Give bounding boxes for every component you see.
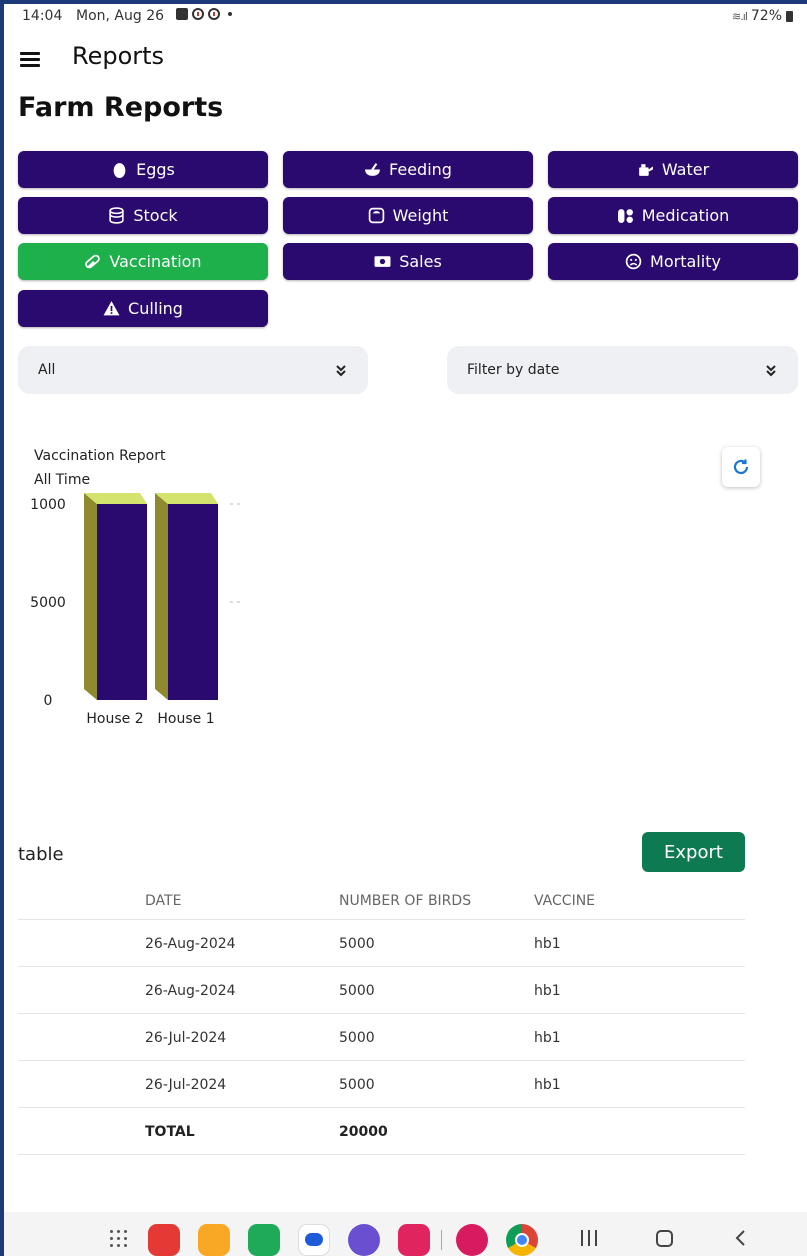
- feeding-bowl-icon: [365, 163, 380, 176]
- water-can-icon: [638, 164, 653, 176]
- messages-app-icon[interactable]: [298, 1224, 330, 1256]
- home-button[interactable]: [656, 1230, 673, 1247]
- internet-app-icon[interactable]: [348, 1224, 380, 1256]
- scale-icon: [368, 207, 384, 224]
- money-icon: [374, 256, 391, 267]
- house-filter-value: All: [38, 362, 56, 378]
- status-date: Mon, Aug 26: [76, 8, 165, 24]
- menu-icon[interactable]: [20, 50, 40, 67]
- cell-birds: 5000: [339, 1030, 375, 1046]
- x-tick-label: House 1: [157, 711, 214, 727]
- vaccination-button[interactable]: Vaccination: [18, 243, 268, 280]
- bar-side: [84, 493, 97, 700]
- cell-birds: 5000: [339, 1077, 375, 1093]
- table-row: 26-Jul-2024 5000 hb1: [18, 1061, 745, 1108]
- table-row: 26-Aug-2024 5000 hb1: [18, 967, 745, 1014]
- app-bar: Reports: [4, 32, 807, 84]
- y-tick-label: 5000: [30, 595, 66, 611]
- page-title: Farm Reports: [18, 92, 224, 123]
- cell-vaccine: hb1: [534, 983, 561, 999]
- column-header-vaccine: VACCINE: [534, 893, 596, 909]
- bar: [168, 504, 218, 700]
- table-row: 26-Jul-2024 5000 hb1: [18, 1014, 745, 1061]
- cell-date: 26-Aug-2024: [145, 936, 236, 952]
- navigation-bar: [4, 1212, 807, 1256]
- column-header-date: DATE: [145, 893, 182, 909]
- y-tick-label: 1000: [30, 497, 66, 513]
- app-grid-icon[interactable]: [110, 1230, 128, 1248]
- chart-title: Vaccination Report: [34, 448, 166, 464]
- recent-apps-button[interactable]: [581, 1230, 597, 1246]
- pills-icon: [617, 209, 633, 223]
- image-notification-icon: [176, 8, 188, 20]
- x-tick-label: House 2: [86, 711, 143, 727]
- cell-vaccine: hb1: [534, 1077, 561, 1093]
- dock-separator: [441, 1230, 442, 1250]
- total-value: 20000: [339, 1124, 388, 1140]
- mortality-button[interactable]: Mortality: [548, 243, 798, 280]
- table-title: table: [18, 844, 64, 865]
- cell-vaccine: hb1: [534, 1030, 561, 1046]
- sales-button[interactable]: Sales: [283, 243, 533, 280]
- sad-face-icon: [625, 253, 642, 270]
- app-notification-icon: [208, 8, 220, 20]
- more-notifications-icon: [228, 12, 232, 16]
- table-total-row: TOTAL 20000: [18, 1108, 745, 1155]
- battery-percent: 72%: [750, 8, 782, 24]
- chrome-app-icon[interactable]: [506, 1224, 538, 1256]
- water-button[interactable]: Water: [548, 151, 798, 188]
- date-filter-select[interactable]: Filter by date: [447, 346, 798, 394]
- cell-birds: 5000: [339, 936, 375, 952]
- files-app-icon[interactable]: [198, 1224, 230, 1256]
- warning-icon: [103, 301, 120, 316]
- stock-button[interactable]: Stock: [18, 197, 268, 234]
- refresh-icon: [733, 459, 749, 475]
- vaccination-table: DATE NUMBER OF BIRDS VACCINE 26-Aug-2024…: [18, 876, 745, 1155]
- status-time: 14:04: [22, 8, 63, 24]
- cell-date: 26-Jul-2024: [145, 1077, 227, 1093]
- total-label: TOTAL: [145, 1124, 195, 1140]
- export-button[interactable]: Export: [642, 832, 745, 872]
- screen: 14:04 Mon, Aug 26 ≋.ıl 72% Reports Farm …: [4, 4, 807, 1256]
- house-filter-select[interactable]: All: [18, 346, 368, 394]
- table-row: 26-Aug-2024 5000 hb1: [18, 920, 745, 967]
- double-chevron-down-icon: [766, 365, 776, 377]
- weight-button[interactable]: Weight: [283, 197, 533, 234]
- status-bar: 14:04 Mon, Aug 26 ≋.ıl 72%: [4, 4, 807, 28]
- back-chevron-icon: [735, 1230, 745, 1246]
- culling-button[interactable]: Culling: [18, 290, 268, 327]
- bar-side: [155, 493, 168, 700]
- app-bar-title: Reports: [72, 42, 165, 70]
- gallery-app-icon[interactable]: [456, 1224, 488, 1256]
- battery-icon: [786, 10, 793, 22]
- phone-app-icon[interactable]: [248, 1224, 280, 1256]
- egg-icon: [113, 163, 126, 178]
- cell-vaccine: hb1: [534, 936, 561, 952]
- cell-birds: 5000: [339, 983, 375, 999]
- app-notification-icon: [192, 8, 204, 20]
- date-filter-value: Filter by date: [467, 362, 560, 378]
- medication-button[interactable]: Medication: [548, 197, 798, 234]
- column-header-birds: NUMBER OF BIRDS: [339, 893, 472, 909]
- status-right: ≋.ıl 72%: [732, 8, 793, 24]
- double-chevron-down-icon: [336, 365, 346, 377]
- refresh-button[interactable]: [722, 447, 760, 487]
- vaccination-chart: 0 5000 1000 House 2 House 1: [30, 493, 244, 727]
- wifi-signal-icon: ≋.ıl: [732, 9, 748, 23]
- eggs-button[interactable]: Eggs: [18, 151, 268, 188]
- table-header-row: DATE NUMBER OF BIRDS VACCINE: [18, 876, 745, 920]
- database-icon: [109, 207, 125, 224]
- y-tick-label: 0: [44, 693, 53, 709]
- notification-icons: [176, 8, 232, 20]
- cell-date: 26-Jul-2024: [145, 1030, 227, 1046]
- notes-app-icon[interactable]: [148, 1224, 180, 1256]
- cell-date: 26-Aug-2024: [145, 983, 236, 999]
- feeding-button[interactable]: Feeding: [283, 151, 533, 188]
- back-button[interactable]: [732, 1229, 750, 1247]
- camera-app-icon[interactable]: [398, 1224, 430, 1256]
- bar: [97, 504, 147, 700]
- capsule-icon: [85, 254, 101, 269]
